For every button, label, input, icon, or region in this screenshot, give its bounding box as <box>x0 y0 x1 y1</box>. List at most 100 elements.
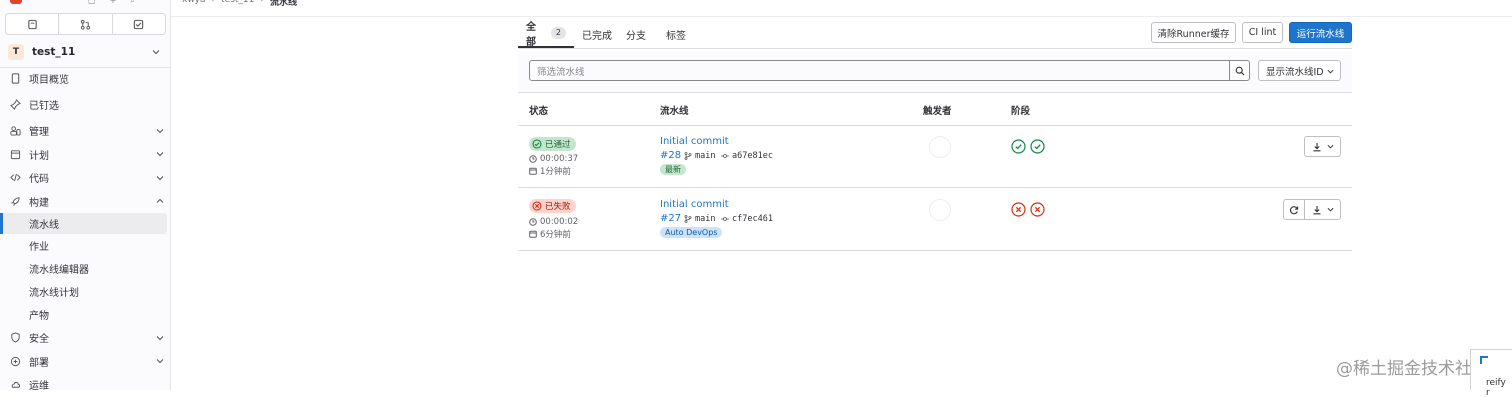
tab-label: 标签 <box>666 30 686 42</box>
sidebar-item-label: 流水线 <box>29 220 59 231</box>
search-button[interactable] <box>1229 60 1250 81</box>
duration: 00:00:02 <box>529 217 578 227</box>
stage-failed-icon[interactable] <box>1030 202 1045 217</box>
header-status: 状态 <box>529 106 549 117</box>
commit-icon <box>721 217 729 221</box>
chevron-down-icon <box>1327 69 1334 74</box>
todo-check-icon <box>134 19 144 29</box>
commit-title-link[interactable]: Initial commit <box>660 136 729 147</box>
duration: 00:00:37 <box>529 154 578 164</box>
code-icon <box>10 173 21 182</box>
todos-tab[interactable] <box>113 14 165 34</box>
filter-pipelines-input[interactable]: 筛选流水线 <box>529 60 1230 81</box>
branch-ref[interactable]: main <box>684 151 715 161</box>
branch-ref[interactable]: main <box>684 214 715 224</box>
tab-label: 分支 <box>626 30 646 42</box>
search-icon[interactable]: ⌕ <box>130 0 134 6</box>
tab-count-badge: 2 <box>550 27 566 39</box>
run-pipeline-button[interactable]: 运行流水线 <box>1289 22 1352 43</box>
commit-title-link[interactable]: Initial commit <box>660 199 729 210</box>
plus-icon[interactable]: + <box>110 0 117 6</box>
download-artifacts-dropdown[interactable] <box>1304 136 1341 157</box>
stage-failed-icon[interactable] <box>1011 202 1026 217</box>
merge-requests-tab[interactable] <box>59 14 113 34</box>
branch-name: main <box>695 214 716 224</box>
finished-value: 1分钟前 <box>540 167 571 177</box>
ci-lint-button[interactable]: CI lint <box>1242 22 1283 43</box>
branch-icon <box>684 215 692 223</box>
sidebar-item-pipeline-editor[interactable]: 流水线编辑器 <box>0 257 170 280</box>
todo-icon[interactable]: ▢ <box>88 0 96 6</box>
duration-value: 00:00:37 <box>540 154 579 164</box>
project-switcher[interactable]: T test_11 <box>5 41 166 63</box>
sidebar-item-secure[interactable]: 安全 <box>0 326 170 350</box>
tab-branches[interactable]: 分支 <box>620 20 654 48</box>
sidebar-item-deploy[interactable]: 部署 <box>0 350 170 374</box>
deploy-icon <box>10 356 21 366</box>
sidebar-item-label: 已钉选 <box>29 100 59 112</box>
tabs-divider <box>518 48 1352 49</box>
sidebar-item-code[interactable]: 代码 <box>0 166 170 190</box>
stage-success-icon[interactable] <box>1011 139 1026 154</box>
users-icon <box>10 126 21 136</box>
stage-success-icon[interactable] <box>1030 139 1045 154</box>
download-icon <box>1313 205 1320 214</box>
tab-tags[interactable]: 标签 <box>654 20 694 48</box>
sidebar-item-overview[interactable]: 项目概览 <box>0 68 170 88</box>
sidebar-item-label: 构建 <box>29 197 49 209</box>
watermark: @稀土掘金技术社区 <box>1336 359 1489 379</box>
pipeline-key-dropdown[interactable]: 显示流水线ID <box>1258 60 1341 81</box>
chevron-down-icon <box>156 152 164 157</box>
triggerer-avatar[interactable] <box>929 136 951 158</box>
breadcrumb-separator: › <box>260 0 264 5</box>
header-stages: 阶段 <box>1011 106 1031 117</box>
status-badge-failed[interactable]: 已失败 <box>529 199 576 213</box>
commit-sha[interactable]: cf7ec461 <box>721 214 773 224</box>
close-circle-icon <box>532 201 542 211</box>
tab-finished[interactable]: 已完成 <box>574 20 620 48</box>
branch-name: main <box>695 151 716 161</box>
chevron-down-icon <box>156 128 164 134</box>
gitlab-logo-icon[interactable] <box>10 0 22 4</box>
tab-all[interactable]: 全部 2 <box>518 20 574 48</box>
pipeline-id-link[interactable]: #28 <box>660 150 681 161</box>
corner-text: reify r <box>1486 378 1506 398</box>
pipeline-id-link[interactable]: #27 <box>660 213 681 224</box>
sidebar-item-label: 计划 <box>29 150 49 162</box>
sidebar-item-plan[interactable]: 计划 <box>0 143 170 167</box>
rocket-icon <box>11 197 20 206</box>
breadcrumb-item[interactable]: test_11 <box>221 0 254 8</box>
chevron-down-icon <box>156 359 164 364</box>
project-overview-icon <box>11 72 20 84</box>
sidebar-top-icons: ▢ + ⌕ <box>88 0 135 6</box>
calendar-icon <box>529 167 537 175</box>
issues-tab[interactable] <box>6 14 60 34</box>
sidebar-item-label: 安全 <box>29 334 49 346</box>
project-avatar: T <box>8 44 24 60</box>
sidebar-item-label: 部署 <box>29 357 49 369</box>
clear-runner-caches-button[interactable]: 清除Runner缓存 <box>1151 22 1236 43</box>
sidebar-item-pipelines[interactable]: 流水线 <box>0 213 167 234</box>
sidebar-item-pipeline-schedules[interactable]: 流水线计划 <box>0 280 170 303</box>
sidebar-item-label: 产物 <box>29 311 49 322</box>
status-badge-passed[interactable]: 已通过 <box>529 137 576 151</box>
breadcrumb-item[interactable]: xwya <box>182 0 206 8</box>
sidebar-item-pinned[interactable]: 已钉选 <box>0 92 170 116</box>
sidebar-item-artifacts[interactable]: 产物 <box>0 303 170 326</box>
status-label: 已失败 <box>545 202 571 212</box>
pipeline-scope-tabs: 全部 2 已完成 分支 标签 <box>518 20 694 48</box>
sidebar-item-operate[interactable]: 运维 <box>0 373 170 397</box>
download-artifacts-dropdown[interactable] <box>1304 199 1341 220</box>
search-icon <box>1235 66 1244 75</box>
header-pipeline: 流水线 <box>660 106 689 117</box>
clock-icon <box>529 218 537 226</box>
retry-button[interactable] <box>1283 199 1305 220</box>
sidebar-item-jobs[interactable]: 作业 <box>0 234 170 257</box>
commit-sha[interactable]: a67e81ec <box>721 151 773 161</box>
triggerer-avatar[interactable] <box>929 199 951 221</box>
sidebar-item-build[interactable]: 构建 <box>0 190 170 214</box>
sidebar-item-manage[interactable]: 管理 <box>0 119 170 143</box>
header-triggerer: 触发者 <box>923 106 952 117</box>
issues-icon <box>27 19 37 29</box>
chevron-down-icon <box>156 335 164 341</box>
